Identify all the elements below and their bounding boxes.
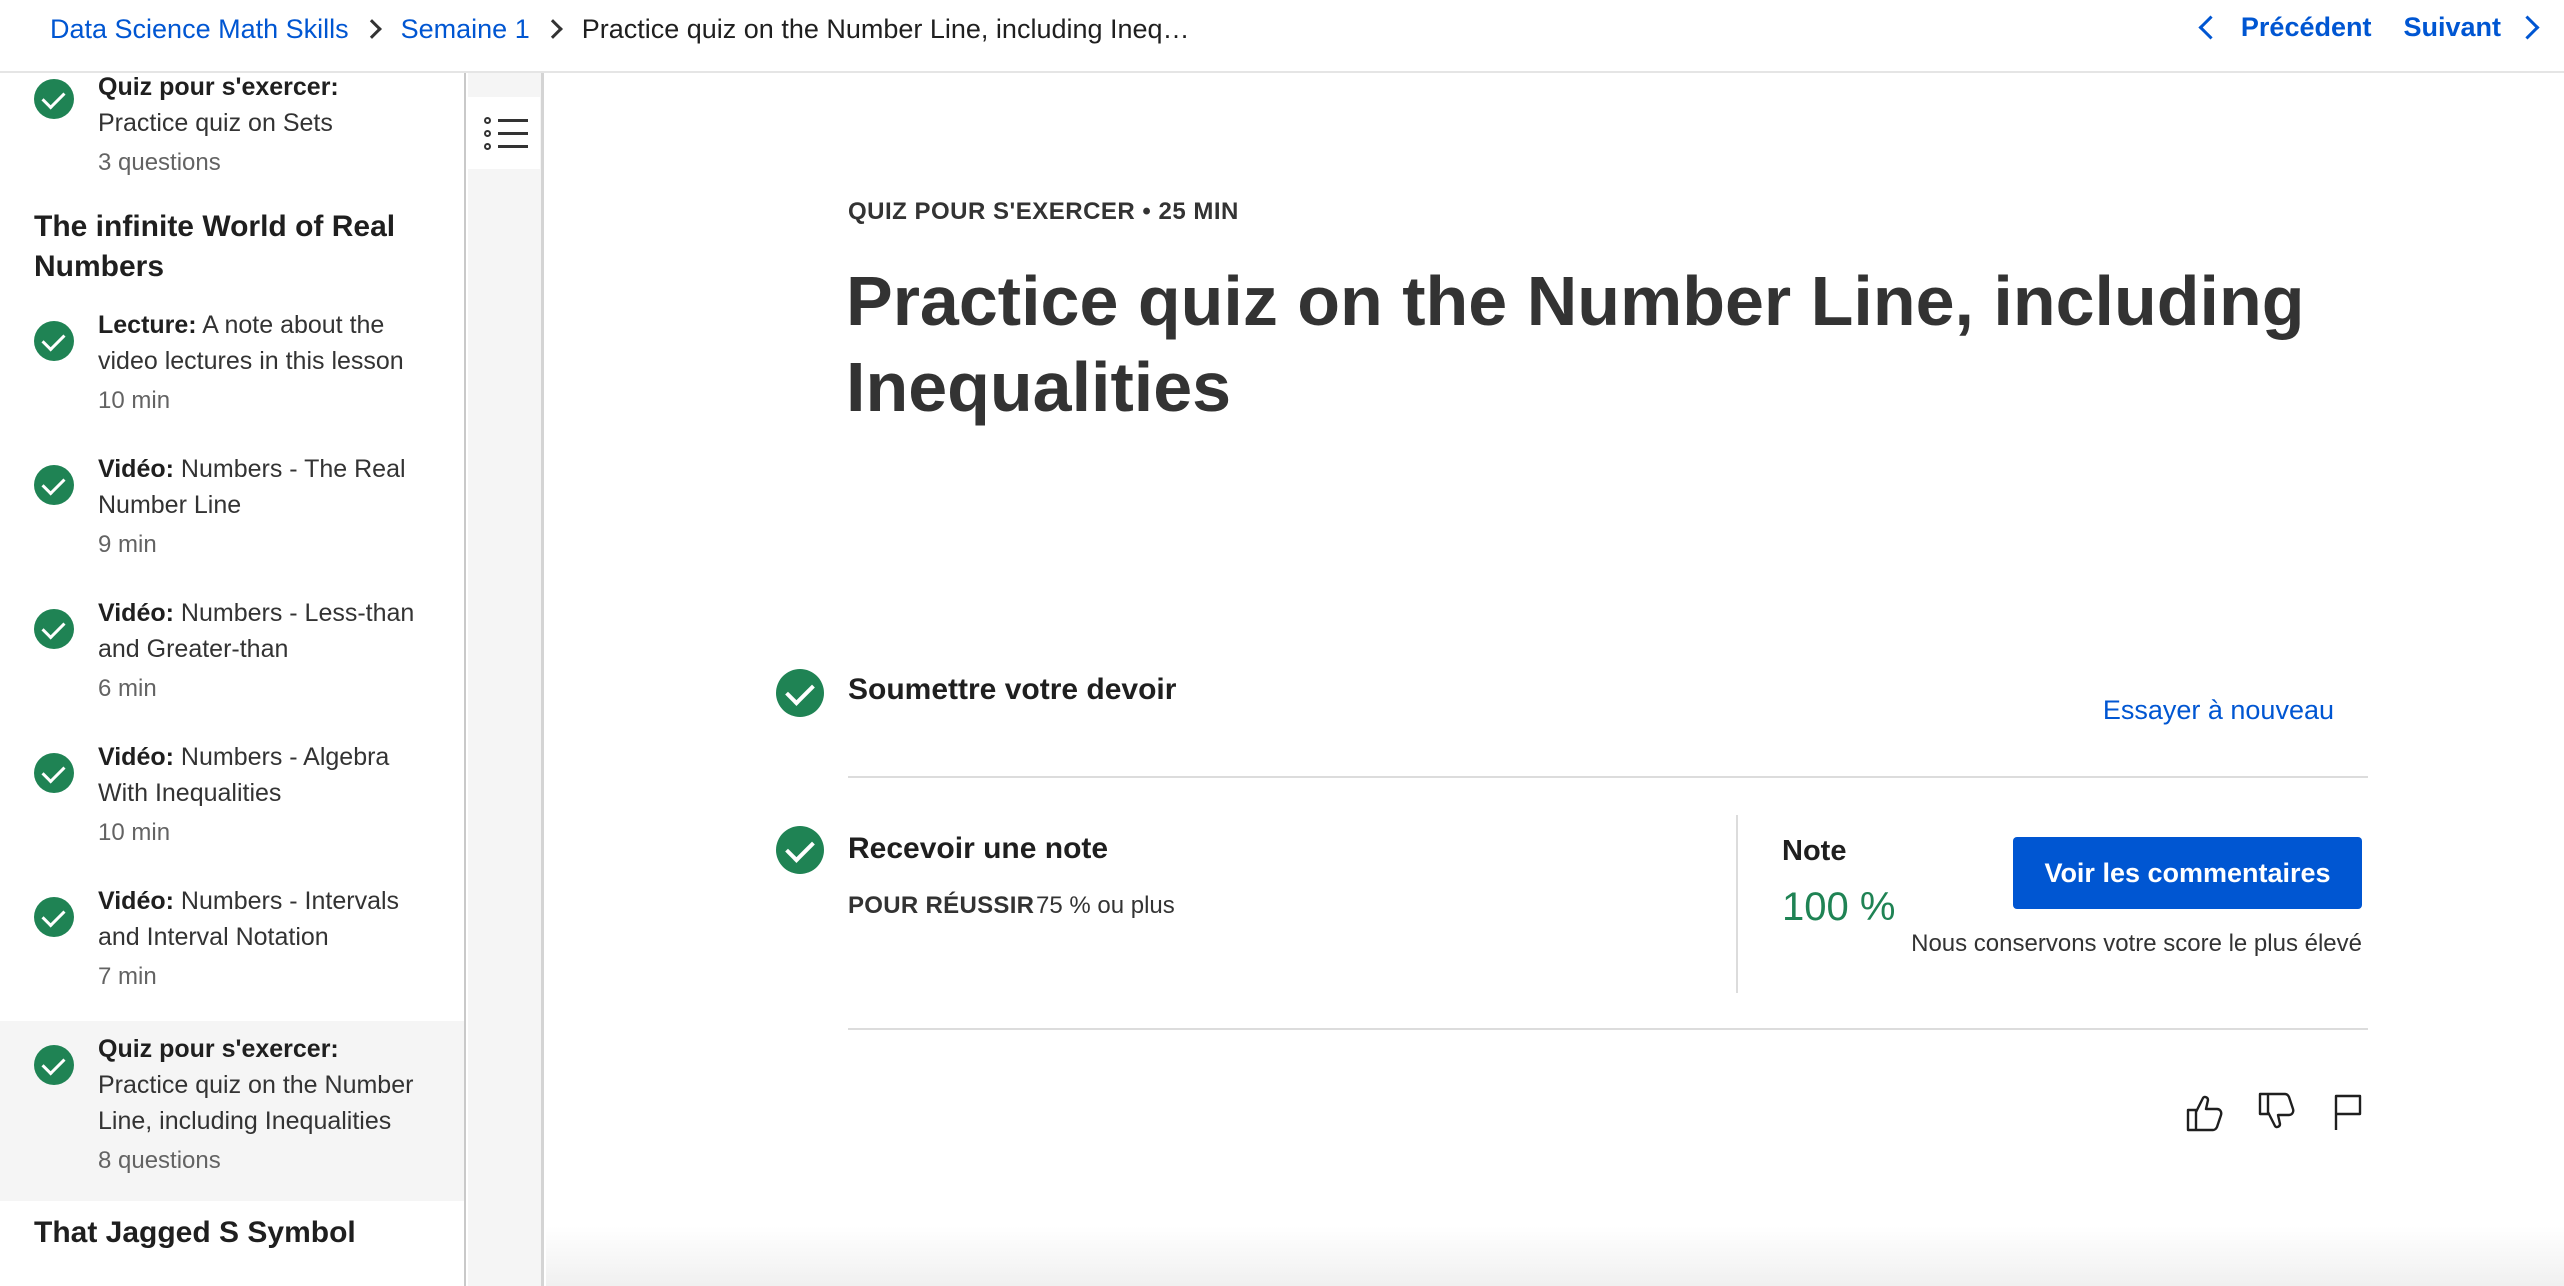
item-type: Quiz pour s'exercer: — [98, 1035, 339, 1063]
check-icon — [34, 1045, 74, 1085]
item-type: Vidéo: — [98, 455, 174, 483]
sidebar-item-lecture-note[interactable]: Lecture: A note about the video lectures… — [0, 299, 464, 439]
breadcrumb: Data Science Math Skills Semaine 1 Pract… — [50, 12, 1190, 46]
bottom-fade — [546, 1226, 2564, 1286]
check-icon — [776, 826, 824, 874]
highest-score-note: Nous conservons votre score le plus élev… — [1911, 930, 2362, 957]
toggle-outline-button[interactable] — [468, 97, 540, 169]
feedback-actions — [2182, 1090, 2398, 1134]
note-value: 100 % — [1782, 885, 1896, 929]
item-type: Vidéo: — [98, 887, 174, 915]
previous-button[interactable]: Précédent — [2196, 12, 2372, 43]
breadcrumb-week-link[interactable]: Semaine 1 — [401, 12, 530, 46]
flag-icon[interactable] — [2326, 1090, 2370, 1134]
sidebar-item-video-less-greater[interactable]: Vidéo: Numbers - Less-than and Greater-t… — [0, 587, 464, 727]
item-title: Practice quiz on Sets — [98, 109, 333, 137]
sidebar-item-practice-quiz-number-line[interactable]: Quiz pour s'exercer: Practice quiz on th… — [0, 1021, 464, 1201]
check-icon — [776, 669, 824, 717]
next-label: Suivant — [2403, 12, 2501, 42]
item-type: Lecture: — [98, 311, 197, 339]
item-type: Vidéo: — [98, 743, 174, 771]
check-icon — [34, 465, 74, 505]
item-meta: 6 min — [98, 675, 157, 702]
item-meta: 3 questions — [98, 149, 221, 176]
grade-step-title: Recevoir une note — [848, 832, 1109, 865]
divider — [848, 776, 2368, 778]
sidebar-item-video-algebra-inequalities[interactable]: Vidéo: Numbers - Algebra With Inequaliti… — [0, 731, 464, 871]
retry-link[interactable]: Essayer à nouveau — [2103, 695, 2334, 726]
check-icon — [34, 753, 74, 793]
sidebar-item-video-real-number-line[interactable]: Vidéo: Numbers - The Real Number Line 9 … — [0, 443, 464, 583]
course-outline-sidebar: Quiz pour s'exercer: Practice quiz on Se… — [0, 73, 466, 1286]
breadcrumb-current: Practice quiz on the Number Line, includ… — [581, 14, 1190, 44]
view-feedback-button[interactable]: Voir les commentaires — [2013, 837, 2362, 909]
check-icon — [34, 79, 74, 119]
note-label: Note — [1782, 835, 1847, 867]
sidebar-item-practice-quiz-sets[interactable]: Quiz pour s'exercer: Practice quiz on Se… — [0, 73, 464, 193]
breadcrumb-course-link[interactable]: Data Science Math Skills — [50, 12, 349, 46]
pass-label: POUR RÉUSSIR — [848, 892, 1035, 919]
chevron-right-icon — [542, 19, 563, 39]
item-title: Practice quiz on the Number Line, includ… — [98, 1071, 414, 1135]
check-icon — [34, 321, 74, 361]
item-navigation: Précédent Suivant — [2196, 12, 2546, 43]
item-meta: 10 min — [98, 387, 171, 414]
previous-label: Précédent — [2240, 12, 2372, 42]
next-button[interactable]: Suivant — [2403, 12, 2546, 43]
item-eyebrow: QUIZ POUR S'EXERCER • 25 MIN — [848, 198, 1239, 225]
item-meta: 9 min — [98, 531, 157, 558]
top-bar: Data Science Math Skills Semaine 1 Pract… — [0, 0, 2564, 73]
sidebar-toggle-strip — [468, 73, 544, 1286]
section-title: The infinite World of Real Numbers — [34, 210, 396, 283]
page-title: Practice quiz on the Number Line, includ… — [846, 262, 2305, 426]
check-icon — [34, 897, 74, 937]
divider — [848, 1028, 2368, 1030]
item-meta: 7 min — [98, 963, 157, 990]
item-type: Quiz pour s'exercer: — [98, 73, 339, 101]
check-icon — [34, 609, 74, 649]
section-title: That Jagged S Symbol — [34, 1216, 356, 1249]
thumbs-up-icon[interactable] — [2182, 1090, 2226, 1134]
chevron-left-icon — [2198, 15, 2223, 40]
submit-step-title: Soumettre votre devoir — [848, 673, 1177, 706]
item-type: Vidéo: — [98, 599, 174, 627]
divider — [1736, 815, 1738, 993]
pass-value: 75 % ou plus — [1036, 892, 1175, 919]
chevron-right-icon — [361, 19, 382, 39]
thumbs-down-icon[interactable] — [2254, 1090, 2298, 1134]
chevron-right-icon — [2515, 15, 2540, 40]
sidebar-item-video-intervals[interactable]: Vidéo: Numbers - Intervals and Interval … — [0, 875, 464, 1015]
item-meta: 8 questions — [98, 1147, 221, 1174]
item-meta: 10 min — [98, 819, 171, 846]
